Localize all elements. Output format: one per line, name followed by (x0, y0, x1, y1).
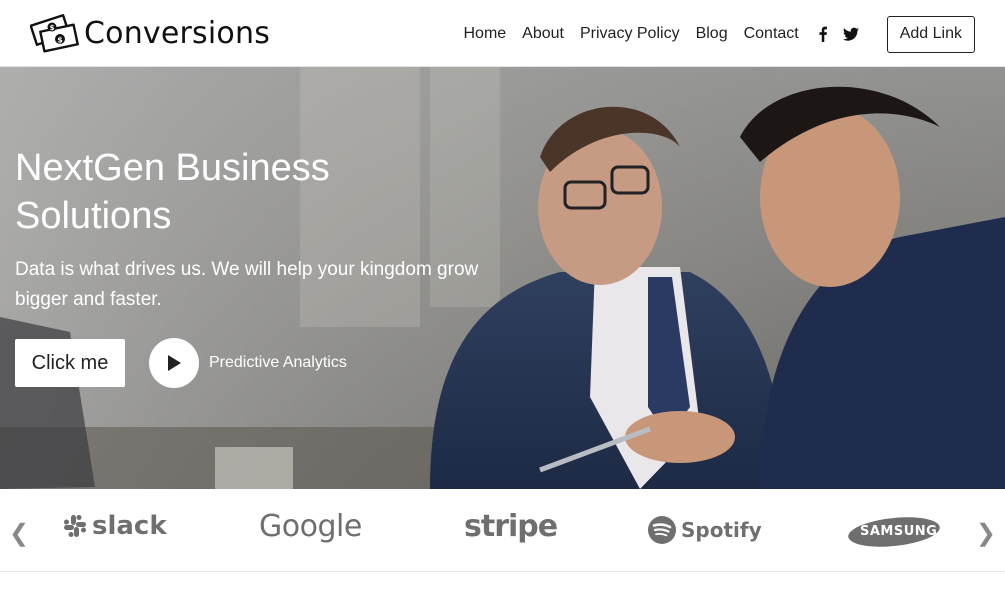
hero-subtitle: Data is what drives us. We will help you… (15, 259, 479, 310)
slack-wordmark: slack (92, 511, 167, 541)
nav-privacy-policy[interactable]: Privacy Policy (580, 25, 680, 43)
spotify-wordmark: Spotify (681, 518, 762, 542)
brand[interactable]: $ $ Conversions (30, 12, 270, 54)
main-nav: Home About Privacy Policy Blog Contact A… (463, 15, 975, 53)
money-icon: $ $ (30, 14, 79, 53)
facebook-icon[interactable] (815, 26, 831, 42)
play-label: Predictive Analytics (209, 354, 347, 371)
svg-text:$: $ (50, 24, 55, 32)
svg-text:$: $ (57, 36, 63, 45)
hero-section: NextGen Business Solutions Data is what … (0, 67, 1005, 489)
slack-icon (64, 515, 86, 537)
hero-title: NextGen Business Solutions (15, 147, 330, 237)
nav-blog[interactable]: Blog (696, 25, 728, 43)
click-me-button[interactable]: Click me (15, 339, 125, 387)
social-links (815, 26, 871, 42)
google-logo: Google (259, 509, 362, 544)
stripe-logo: stripe (464, 509, 558, 544)
nav-home[interactable]: Home (463, 25, 506, 43)
play-icon (168, 355, 181, 371)
samsung-logo: SAMSUNG (846, 515, 942, 554)
spotify-logo: Spotify (647, 515, 762, 545)
chevron-right-icon[interactable]: ❯ (976, 519, 996, 548)
brand-name: Conversions (84, 15, 271, 51)
site-header: $ $ Conversions Home About Privacy Polic… (0, 0, 1005, 67)
twitter-icon[interactable] (842, 26, 859, 42)
samsung-wordmark: SAMSUNG (860, 524, 938, 539)
chevron-left-icon[interactable]: ❮ (9, 519, 29, 548)
nav-contact[interactable]: Contact (744, 25, 799, 43)
logo-carousel: ❮ slack Google stripe Spotify SAMSUNG ❯ (0, 489, 1005, 572)
slack-logo: slack (62, 511, 167, 541)
add-link-button[interactable]: Add Link (886, 15, 975, 53)
nav-about[interactable]: About (522, 25, 564, 43)
play-button[interactable] (149, 338, 199, 388)
spotify-icon (648, 516, 676, 544)
